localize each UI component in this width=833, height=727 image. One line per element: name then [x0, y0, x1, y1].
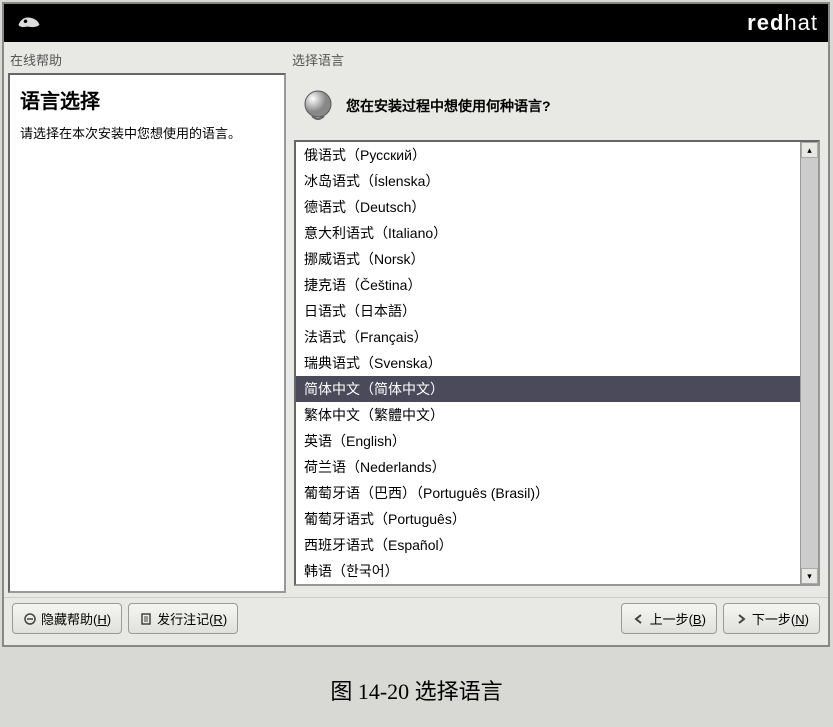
- back-arrow-icon: [632, 612, 646, 626]
- brand-text: redhat: [747, 10, 818, 36]
- language-option[interactable]: 简体中文（简体中文）: [296, 376, 800, 402]
- help-panel-label: 在线帮助: [8, 46, 286, 73]
- scroll-down-button[interactable]: ▾: [801, 568, 818, 584]
- redhat-logo-icon: [14, 8, 44, 38]
- titlebar: redhat: [4, 4, 828, 42]
- language-option[interactable]: 德语式（Deutsch）: [296, 194, 800, 220]
- language-option[interactable]: 法语式（Français）: [296, 324, 800, 350]
- content-area: 在线帮助 语言选择 请选择在本次安装中您想使用的语言。 选择语言: [4, 42, 828, 597]
- back-button[interactable]: 上一步(B): [621, 603, 717, 634]
- figure-caption: 图 14-20 选择语言: [0, 649, 833, 716]
- language-option[interactable]: 韩语（한국어）: [296, 558, 800, 584]
- hide-help-button[interactable]: 隐藏帮助(H): [12, 603, 122, 634]
- language-option[interactable]: 挪威语式（Norsk）: [296, 246, 800, 272]
- notes-icon: [139, 612, 153, 626]
- prompt-row: 您在安装过程中想使用何种语言?: [290, 73, 824, 134]
- scroll-track[interactable]: [801, 158, 818, 568]
- language-option[interactable]: 荷兰语（Nederlands）: [296, 454, 800, 480]
- language-option[interactable]: 俄语式（Русский）: [296, 142, 800, 168]
- language-list-container: 俄语式（Русский）冰岛语式（Íslenska）德语式（Deutsch）意大…: [294, 140, 820, 586]
- language-option[interactable]: 西班牙语式（Español）: [296, 532, 800, 558]
- language-option[interactable]: 葡萄牙语（巴西）（Português (Brasil)）: [296, 480, 800, 506]
- language-option[interactable]: 捷克语（Čeština）: [296, 272, 800, 298]
- language-option[interactable]: 葡萄牙语式（Português）: [296, 506, 800, 532]
- language-option[interactable]: 冰岛语式（Íslenska）: [296, 168, 800, 194]
- next-label: 下一步(N): [752, 609, 809, 628]
- release-notes-label: 发行注记(R): [157, 609, 227, 628]
- language-option[interactable]: 繁体中文（繁體中文）: [296, 402, 800, 428]
- release-notes-button[interactable]: 发行注记(R): [128, 603, 238, 634]
- bottom-bar: 隐藏帮助(H) 发行注记(R) 上一步(B) 下一步(N): [4, 597, 828, 639]
- next-button[interactable]: 下一步(N): [723, 603, 820, 634]
- help-text: 请选择在本次安装中您想使用的语言。: [20, 124, 274, 145]
- language-panel-label: 选择语言: [290, 46, 824, 73]
- language-panel: 选择语言 您在安装过程中想使用何种语言?: [290, 46, 824, 593]
- scroll-up-button[interactable]: ▴: [801, 142, 818, 158]
- back-label: 上一步(B): [650, 609, 706, 628]
- help-box: 语言选择 请选择在本次安装中您想使用的语言。: [8, 73, 286, 593]
- next-arrow-icon: [734, 612, 748, 626]
- scrollbar[interactable]: ▴ ▾: [800, 142, 818, 584]
- help-title: 语言选择: [20, 85, 274, 114]
- language-option[interactable]: 瑞典语式（Svenska）: [296, 350, 800, 376]
- hide-icon: [23, 612, 37, 626]
- installer-window: redhat 在线帮助 语言选择 请选择在本次安装中您想使用的语言。 选择语言: [2, 2, 830, 647]
- language-option[interactable]: 英语（English）: [296, 428, 800, 454]
- prompt-text: 您在安装过程中想使用何种语言?: [346, 96, 551, 116]
- help-panel: 在线帮助 语言选择 请选择在本次安装中您想使用的语言。: [8, 46, 286, 593]
- language-option[interactable]: 意大利语式（Italiano）: [296, 220, 800, 246]
- globe-icon: [300, 88, 336, 124]
- language-list[interactable]: 俄语式（Русский）冰岛语式（Íslenska）德语式（Deutsch）意大…: [296, 142, 800, 584]
- hide-help-label: 隐藏帮助(H): [41, 609, 111, 628]
- language-option[interactable]: 日语式（日本語）: [296, 298, 800, 324]
